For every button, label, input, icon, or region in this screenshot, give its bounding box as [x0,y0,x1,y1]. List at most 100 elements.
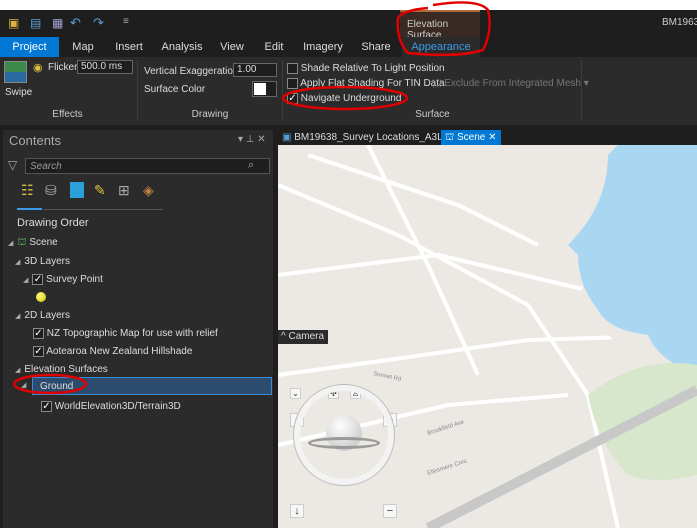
editing-icon[interactable]: ✎ [94,182,106,199]
redo-icon[interactable]: ↷ [93,15,104,31]
labeling-icon[interactable]: ◈ [143,182,154,199]
data-source-icon[interactable]: ⛁ [45,182,57,199]
tab-analysis[interactable]: Analysis [158,37,206,57]
snapping-icon[interactable]: ⊞ [118,182,130,199]
selection-icon[interactable] [70,182,84,198]
customize-toolbar-icon[interactable]: ≡ [123,16,129,27]
mesh-icon: ⬚ [432,78,442,89]
tree-item-hillshade[interactable]: ✓ Aotearoa New Zealand Hillshade [33,346,192,357]
tree-item-scene[interactable]: ◢ ⛫ Scene [8,237,58,250]
search-icon[interactable]: ⌕ [248,159,254,172]
tree-label: 3D Layers [24,256,70,267]
flat-shading-label: Apply Flat Shading For TIN Data [300,78,445,90]
new-project-icon[interactable]: ▣ [8,16,19,30]
tree-item-terrain[interactable]: ✓ WorldElevation3D/Terrain3D [41,401,181,412]
tab-view[interactable]: View [215,37,249,57]
tree-label: WorldElevation3D/Terrain3D [54,401,181,413]
swipe-button[interactable]: Swipe [5,87,32,98]
street-label: Brookfield Ave [427,419,466,437]
pane-menu-icon[interactable]: ▾ ⊥ ✕ [238,134,266,145]
street-label: Ellesmere Cres [427,459,468,477]
scene-view[interactable]: Ellesmere Cres Brookfield Ave Sonnet Rd … [278,145,697,528]
tab-appearance[interactable]: Appearance [402,37,480,57]
tree-label: Ground [40,381,74,392]
checkbox[interactable]: ✓ [32,274,44,285]
divider [137,60,138,120]
navigate-underground-checkbox[interactable]: ✓ Navigate Underground [287,93,401,104]
tree-item-survey-point[interactable]: ◢ ✓ Survey Point [23,274,103,285]
tab-label: BM19638_Survey Locations_A3L [294,132,443,143]
move-down-button[interactable]: ↓ [290,504,304,518]
group-label-drawing: Drawing [191,109,229,120]
view-tabs: ▣ BM19638_Survey Locations_A3L ⛫ Scene ✕ [278,130,697,145]
group-label-surface: Surface [415,109,450,120]
exclude-mesh-label: Exclude From Integrated Mesh [444,78,581,89]
scene-icon: ⛫ [17,237,27,248]
exclude-mesh-button[interactable]: ⬚ Exclude From Integrated Mesh ▾ [432,78,589,89]
navigate-underground-label: Navigate Underground [300,93,402,105]
open-project-icon[interactable]: ▤ [30,16,41,30]
tree-label: Survey Point [46,274,103,286]
active-tab-indicator [17,208,42,210]
tab-layout[interactable]: ▣ BM19638_Survey Locations_A3L [282,130,443,145]
zoom-out-button[interactable]: − [383,504,397,518]
search-input[interactable]: Search ⌕ [25,158,270,174]
vertical-exaggeration-input[interactable]: 1.00 [233,63,277,77]
chevron-down-icon[interactable]: ⌄ [290,388,301,399]
title-bar: ▣ ▤ ▦ ↶ ↷ ≡ Elevation Surface BM19638 [0,10,697,41]
tab-imagery[interactable]: Imagery [300,37,346,57]
tree-item-ground[interactable]: Ground [32,377,272,395]
flicker-icon: ◉ [33,62,43,74]
tab-label: Scene [456,132,486,143]
surface-color-label: Surface Color [144,84,206,95]
camera-toggle[interactable]: ^ Camera [278,330,328,344]
checkbox[interactable]: ✓ [33,328,44,339]
contextual-tab-group: Elevation Surface [400,10,480,41]
surface-color-picker[interactable] [252,81,277,97]
tree-label: 2D Layers [24,310,70,321]
project-name: BM19638 [662,17,697,28]
point-symbol [36,292,46,302]
tree-label: Scene [29,237,58,248]
divider [282,60,283,120]
shade-relative-checkbox[interactable]: Shade Relative To Light Position [287,63,445,74]
tree-item-elevation-surfaces[interactable]: ◢ Elevation Surfaces [15,364,108,375]
tree-item-2d-layers[interactable]: ◢ 2D Layers [15,310,70,321]
tab-scene[interactable]: ⛫ Scene ✕ [441,130,501,145]
close-icon[interactable]: ✕ [488,132,496,143]
save-project-icon[interactable]: ▦ [52,16,63,30]
flat-shading-checkbox[interactable]: Apply Flat Shading For TIN Data [287,78,445,89]
scene-icon: ⛫ [445,132,455,143]
tree-label: Aotearoa New Zealand Hillshade [46,346,193,358]
divider [581,60,582,120]
contents-pane: Contents ▾ ⊥ ✕ ▽ Search ⌕ ☷ ⛁ ✎ ⊞ ◈ Draw… [3,130,273,528]
tree-label: Elevation Surfaces [24,364,108,375]
checkbox[interactable]: ✓ [41,401,52,412]
tab-edit[interactable]: Edit [258,37,290,57]
shade-relative-label: Shade Relative To Light Position [300,63,445,75]
flicker-rate-input[interactable]: 500.0 ms [77,60,133,74]
street-label: Sonnet Rd [373,371,402,383]
ribbon-tabs: Project Map Insert Analysis View Edit Im… [0,37,697,57]
tree-item-topo-map[interactable]: ✓ NZ Topographic Map for use with relief [33,328,218,339]
camera-label: Camera [288,331,325,342]
tab-insert[interactable]: Insert [110,37,148,57]
navigator-orbit-ring [308,437,380,449]
contents-title: Contents [9,133,62,148]
tree-item-3d-layers[interactable]: ◢ 3D Layers [15,256,70,267]
expand-arrow-icon[interactable]: ◢ [21,381,26,389]
tree-label: NZ Topographic Map for use with relief [46,328,218,340]
layout-icon: ▣ [282,132,292,143]
drawing-order-icon[interactable]: ☷ [21,182,34,199]
tab-map[interactable]: Map [64,37,102,57]
search-placeholder: Search [30,161,62,172]
tab-project[interactable]: Project [0,37,59,57]
swipe-icon[interactable] [4,61,27,83]
tab-share[interactable]: Share [358,37,394,57]
undo-icon[interactable]: ↶ [70,15,81,31]
vertical-exaggeration-label: Vertical Exaggeration [144,66,239,77]
filter-icon[interactable]: ▽ [8,158,17,172]
drawing-order-heading: Drawing Order [17,217,89,229]
checkbox[interactable]: ✓ [33,346,44,357]
group-label-effects: Effects [52,109,83,120]
